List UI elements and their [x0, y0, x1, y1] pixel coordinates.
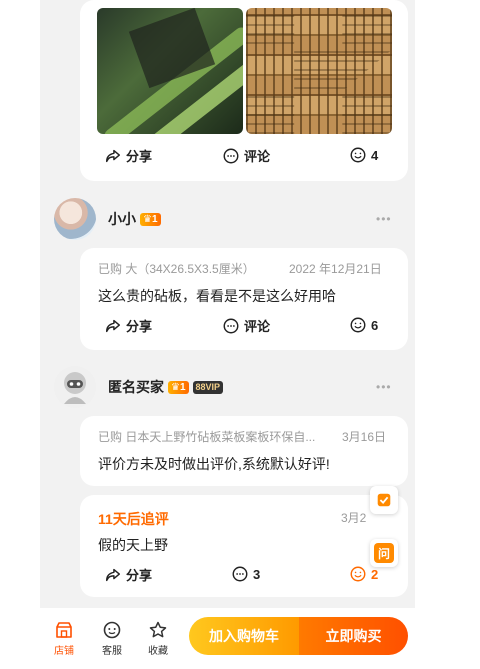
share-button[interactable]: 分享	[104, 316, 152, 335]
smile-like-icon	[350, 566, 366, 582]
review-photo-1[interactable]	[97, 8, 243, 134]
task-float-button[interactable]	[370, 486, 398, 514]
share-icon	[105, 568, 121, 581]
review-text: 这么贵的砧板，看看是不是这么好用哈	[98, 288, 336, 304]
level-badge: ♛ 1	[168, 380, 189, 394]
share-button[interactable]: 分享	[104, 146, 152, 165]
review-photo-2[interactable]	[246, 8, 392, 134]
checklist-icon	[377, 493, 391, 507]
like-button[interactable]: 4	[349, 146, 378, 164]
like-button[interactable]: 2	[349, 565, 378, 583]
username: 小小	[108, 211, 136, 227]
review1-user[interactable]: 小小 ♛ 1	[54, 198, 161, 240]
comment-icon	[232, 566, 248, 582]
level-badge: ♛ 1	[140, 212, 161, 226]
comment-button[interactable]: 评论	[222, 316, 270, 335]
ask-icon: 问	[374, 543, 394, 563]
followup-label: 11天后追评	[98, 511, 169, 527]
purchase-info: 已购 日本天上野竹砧板菜板案板环保自...	[98, 430, 316, 444]
review-date: 2022 年12月21日	[289, 262, 382, 276]
add-to-cart-button[interactable]: 加入购物车	[189, 617, 299, 655]
like-button[interactable]: 6	[349, 316, 378, 334]
robot-icon	[64, 372, 86, 404]
comment-icon	[223, 148, 239, 163]
share-icon	[105, 319, 121, 332]
vip-badge: 88VIP	[192, 380, 224, 394]
smile-like-icon	[350, 317, 366, 333]
username: 匿名买家	[108, 379, 164, 395]
comment-icon	[223, 318, 239, 333]
review-text: 评价方未及时做出评价,系统默认好评!	[98, 456, 330, 472]
buy-now-button[interactable]: 立即购买	[299, 617, 408, 655]
favorite-tab[interactable]: 收藏	[141, 620, 175, 657]
star-icon	[149, 621, 167, 638]
review2-user[interactable]: 匿名买家 ♛ 1 88VIP	[54, 366, 224, 408]
comment-button[interactable]: 3	[231, 565, 260, 583]
ask-float-button[interactable]: 问	[370, 539, 398, 567]
purchase-info: 已购 大（34X26.5X3.5厘米）	[98, 262, 255, 276]
anonymous-avatar[interactable]	[54, 366, 96, 408]
customer-service-icon	[103, 621, 121, 639]
avatar[interactable]	[54, 198, 96, 240]
followup-date: 3月2	[341, 511, 367, 525]
smile-like-icon	[350, 147, 366, 163]
share-icon	[105, 149, 121, 162]
more-options-icon[interactable]: •••	[376, 212, 392, 226]
followup-text: 假的天上野	[98, 537, 168, 553]
comment-button[interactable]: 评论	[222, 146, 270, 165]
more-options-icon[interactable]: •••	[376, 380, 392, 394]
post1-actions: 分享 评论 4	[0, 146, 480, 172]
review2-actions: 分享 3 2	[0, 565, 480, 591]
share-button[interactable]: 分享	[104, 565, 152, 584]
shop-tab[interactable]: 店铺	[47, 620, 81, 657]
customer-service-tab[interactable]: 客服	[95, 620, 129, 657]
review-card-3	[80, 416, 408, 486]
shop-icon	[56, 622, 72, 638]
review-date: 3月16日	[342, 430, 387, 444]
review1-actions: 分享 评论 6	[0, 316, 480, 342]
